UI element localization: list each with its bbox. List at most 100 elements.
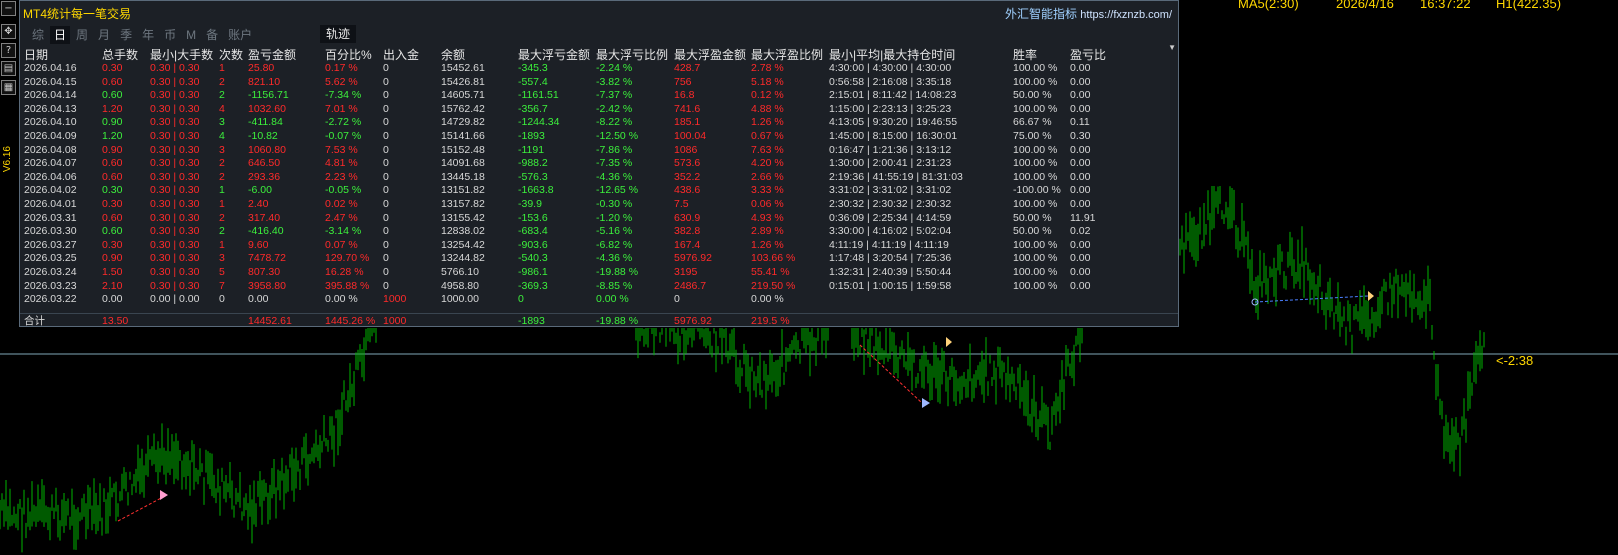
table-row[interactable]: 2026.03.23 2.10 0.30 | 0.30 7 3958.80 395.88 … xyxy=(20,279,1178,293)
trade-line-3 xyxy=(1254,295,1369,303)
table-row[interactable]: 2026.03.25 0.90 0.30 | 0.30 3 7478.72 129.70 … xyxy=(20,251,1178,265)
trajectory-button[interactable]: 轨迹 xyxy=(320,25,357,43)
cell: -12.65 % xyxy=(596,184,639,197)
cell: 3 xyxy=(219,143,225,156)
table-row[interactable]: 2026.04.10 0.90 0.30 | 0.30 3 -411.84 -2.72 %… xyxy=(20,115,1178,129)
cell: 0.06 % xyxy=(751,198,784,210)
table-row[interactable]: 2026.04.06 0.60 0.30 | 0.30 2 293.36 2.23 % 0 1… xyxy=(20,170,1178,184)
cell: 2.40 xyxy=(248,198,269,210)
tab-8[interactable]: 备 xyxy=(202,26,222,44)
table-row[interactable]: 2026.04.16 0.30 0.30 | 0.30 1 25.80 0.17 % 0 15… xyxy=(20,61,1178,75)
cell: 0.02 % xyxy=(325,198,358,210)
cell: -1893 xyxy=(518,130,545,142)
cell: 4.88 % xyxy=(751,102,784,115)
cell: 167.4 xyxy=(674,238,701,251)
cell: 16.8 xyxy=(674,89,695,102)
cell: -1191 xyxy=(518,143,545,156)
cell: 0.90 xyxy=(102,116,123,129)
panel-title: MT4统计每一笔交易 xyxy=(23,7,132,21)
table-row[interactable]: 2026.04.15 0.60 0.30 | 0.30 2 821.10 5.62 % 0 1… xyxy=(20,75,1178,89)
move-icon[interactable]: ✥ xyxy=(1,24,16,39)
cell: 0.00 xyxy=(1070,279,1091,292)
cell: 2026.04.09 xyxy=(24,130,77,142)
cell: 0.00 % xyxy=(325,293,358,306)
brand-link[interactable]: 外汇智能指标 https://fxznzb.com/ xyxy=(1005,5,1172,22)
cell: 0 xyxy=(383,198,389,210)
table-row[interactable]: 2026.03.30 0.60 0.30 | 0.30 2 -416.40 -3.14 %… xyxy=(20,224,1178,238)
cell: 1000 xyxy=(383,293,407,306)
table-row[interactable]: 2026.04.08 0.90 0.30 | 0.30 3 1060.80 7.53 % 0… xyxy=(20,143,1178,157)
tab-5[interactable]: 年 xyxy=(138,26,158,44)
cell: 0.60 xyxy=(102,89,123,102)
cell: 100.00 % xyxy=(1013,198,1058,210)
cell: 2 xyxy=(219,157,225,170)
cell: 15141.66 xyxy=(441,130,485,142)
cell: 0 xyxy=(383,211,389,224)
cell: 2486.7 xyxy=(674,279,707,292)
cell: 1:15:00 | 2:23:13 | 3:25:23 xyxy=(829,102,952,115)
table-row[interactable]: 2026.03.31 0.60 0.30 | 0.30 2 317.40 2.47 % 0 1… xyxy=(20,211,1178,225)
cell: 0.02 xyxy=(1070,225,1091,238)
cell: 756 xyxy=(674,75,692,88)
cell: 0.00 xyxy=(102,293,123,306)
cell: 4958.80 xyxy=(441,279,479,292)
help-icon[interactable]: ? xyxy=(1,43,16,58)
table-row[interactable]: 2026.04.02 0.30 0.30 | 0.30 1 -6.00 -0.05 % 0 1… xyxy=(20,183,1178,197)
cell: 2026.04.10 xyxy=(24,116,77,129)
cell: 573.6 xyxy=(674,157,701,170)
cell: 100.00 % xyxy=(1013,157,1058,170)
cell: 1:30:00 | 2:00:41 | 2:31:23 xyxy=(829,157,952,170)
cell: 0:15:01 | 1:00:15 | 1:59:58 xyxy=(829,279,952,292)
table-row[interactable]: 2026.03.27 0.30 0.30 | 0.30 1 9.60 0.07 % 0 132… xyxy=(20,238,1178,252)
table-row[interactable]: 2026.04.13 1.20 0.30 | 0.30 4 1032.60 7.01 % 0… xyxy=(20,102,1178,116)
table-row[interactable]: 2026.03.24 1.50 0.30 | 0.30 5 807.30 16.28 % 0… xyxy=(20,265,1178,279)
cell: 1032.60 xyxy=(248,102,286,115)
table-row[interactable]: 2026.04.09 1.20 0.30 | 0.30 4 -10.82 -0.07 % 0… xyxy=(20,129,1178,143)
cell: 0.00 xyxy=(248,293,269,306)
minimize-icon[interactable]: − xyxy=(1,1,16,16)
cell: 0:36:09 | 2:25:34 | 4:14:59 xyxy=(829,211,952,224)
cell: 50.00 % xyxy=(1013,225,1052,238)
brand-url: https://fxznzb.com/ xyxy=(1080,9,1172,21)
cell: 2026.03.25 xyxy=(24,252,77,265)
tab-4[interactable]: 季 xyxy=(116,26,136,44)
cell: 2:19:36 | 41:55:19 | 81:31:03 xyxy=(829,170,963,183)
cell: 13244.82 xyxy=(441,252,485,265)
table-icon[interactable]: ▤ xyxy=(1,61,16,76)
cell: 382.8 xyxy=(674,225,701,238)
cell: 7.63 % xyxy=(751,143,784,156)
tab-0[interactable]: 综 xyxy=(28,26,48,44)
cell: -986.1 xyxy=(518,266,548,278)
tab-3[interactable]: 月 xyxy=(94,26,114,44)
cell: 4.93 % xyxy=(751,211,784,224)
cell: 0 xyxy=(383,279,389,292)
cell: 0.30 | 0.30 xyxy=(150,252,200,265)
cell: 3958.80 xyxy=(248,279,286,292)
cell: -1244.34 xyxy=(518,116,560,129)
cell: 66.67 % xyxy=(1013,116,1052,129)
cell: 1.50 xyxy=(102,266,123,278)
cell: 0.67 % xyxy=(751,130,784,142)
cell: 0.17 % xyxy=(325,62,358,74)
cell: 1:32:31 | 2:40:39 | 5:50:44 xyxy=(829,266,952,278)
cell: 14729.82 xyxy=(441,116,485,129)
cell: 100.00 % xyxy=(1013,252,1058,265)
table-row[interactable]: 2026.04.14 0.60 0.30 | 0.30 2 -1156.71 -7.34 … xyxy=(20,88,1178,102)
cell: -4.36 % xyxy=(596,170,633,183)
table-row[interactable]: 2026.03.22 0.00 0.00 | 0.00 0 0.00 0.00 % 1000… xyxy=(20,292,1178,306)
grid-icon[interactable]: ▦ xyxy=(1,80,16,95)
tab-1[interactable]: 日 xyxy=(50,26,71,44)
table-row[interactable]: 2026.04.01 0.30 0.30 | 0.30 1 2.40 0.02 % 0 131… xyxy=(20,197,1178,211)
cell: 13151.82 xyxy=(441,184,485,197)
cell: 2026.04.13 xyxy=(24,102,77,115)
tab-7[interactable]: M xyxy=(182,26,200,44)
tab-2[interactable]: 周 xyxy=(72,26,92,44)
cell: 4:30:00 | 4:30:00 | 4:30:00 xyxy=(829,62,952,74)
top-info-time: 16:37:22 xyxy=(1420,0,1471,11)
cell: 103.66 % xyxy=(751,252,796,265)
table-row[interactable]: 2026.04.07 0.60 0.30 | 0.30 2 646.50 4.81 % 0 1… xyxy=(20,156,1178,170)
cell: 15152.48 xyxy=(441,143,485,156)
cell: 0.30 | 0.30 xyxy=(150,211,200,224)
tab-6[interactable]: 币 xyxy=(160,26,180,44)
tab-9[interactable]: 账户 xyxy=(224,26,256,44)
